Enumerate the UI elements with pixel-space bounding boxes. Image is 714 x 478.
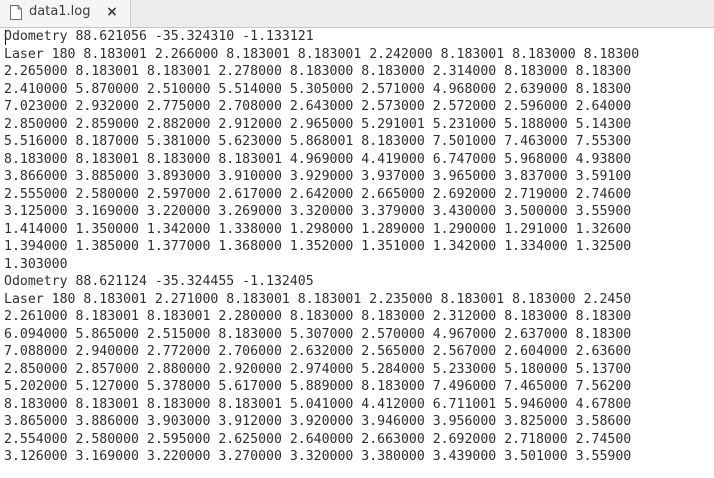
text-line: 2.261000 8.183001 8.183001 2.280000 8.18…: [4, 309, 632, 324]
text-line: Odometry 88.621124 -35.324455 -1.132405: [4, 274, 314, 289]
text-line: 2.850000 2.857000 2.880000 2.920000 2.97…: [4, 361, 632, 377]
text-line: 2.555000 2.580000 2.597000 2.617000 2.64…: [4, 186, 632, 202]
tab-bar: data1.log ×: [0, 0, 714, 28]
text-line: Laser 180 8.183001 2.271000 8.183001 8.1…: [4, 291, 632, 307]
text-line: 3.865000 3.886000 3.903000 3.912000 3.92…: [4, 414, 632, 429]
text-line: 5.202000 5.127000 5.378000 5.617000 5.88…: [4, 379, 632, 394]
text-line: 7.023000 2.932000 2.775000 2.708000 2.64…: [4, 99, 632, 114]
text-line: 2.850000 2.859000 2.882000 2.912000 2.96…: [4, 116, 632, 132]
text-line: Odometry 88.621056 -35.324310 -1.133121: [4, 29, 314, 44]
text-editor-area[interactable]: Odometry 88.621056 -35.324310 -1.133121 L…: [0, 28, 714, 478]
text-line: 8.183000 8.183001 8.183000 8.183001 5.04…: [4, 396, 632, 412]
text-line: 1.394000 1.385000 1.377000 1.368000 1.35…: [4, 239, 632, 254]
text-line: 1.414000 1.350000 1.342000 1.338000 1.29…: [4, 221, 632, 237]
close-icon[interactable]: ×: [104, 4, 120, 20]
text-line: 2.410000 5.870000 2.510000 5.514000 5.30…: [4, 81, 632, 97]
text-line: 3.126000 3.169000 3.220000 3.270000 3.32…: [4, 449, 632, 464]
text-line: 8.183000 8.183001 8.183000 8.183001 4.96…: [4, 151, 632, 167]
tab-title: data1.log: [29, 4, 91, 19]
text-line: 2.554000 2.580000 2.595000 2.625000 2.64…: [4, 431, 632, 447]
text-editor-window: data1.log × Odometry 88.621056 -35.32431…: [0, 0, 714, 478]
text-line: Laser 180 8.183001 2.266000 8.183001 8.1…: [4, 46, 640, 62]
text-line: 7.088000 2.940000 2.772000 2.706000 2.63…: [4, 344, 632, 359]
text-line: 3.125000 3.169000 3.220000 3.269000 3.32…: [4, 204, 632, 219]
text-line: 3.866000 3.885000 3.893000 3.910000 3.92…: [4, 169, 632, 184]
text-line: 1.303000: [4, 256, 68, 272]
tab-data1-log[interactable]: data1.log ×: [0, 0, 131, 27]
text-line: 2.265000 8.183001 8.183001 2.278000 8.18…: [4, 64, 632, 79]
text-line: 6.094000 5.865000 2.515000 8.183000 5.30…: [4, 326, 632, 342]
document-icon: [10, 5, 22, 20]
text-lines: Odometry 88.621056 -35.324310 -1.133121 L…: [4, 28, 639, 466]
text-line: 5.516000 8.187000 5.381000 5.623000 5.86…: [4, 134, 632, 149]
